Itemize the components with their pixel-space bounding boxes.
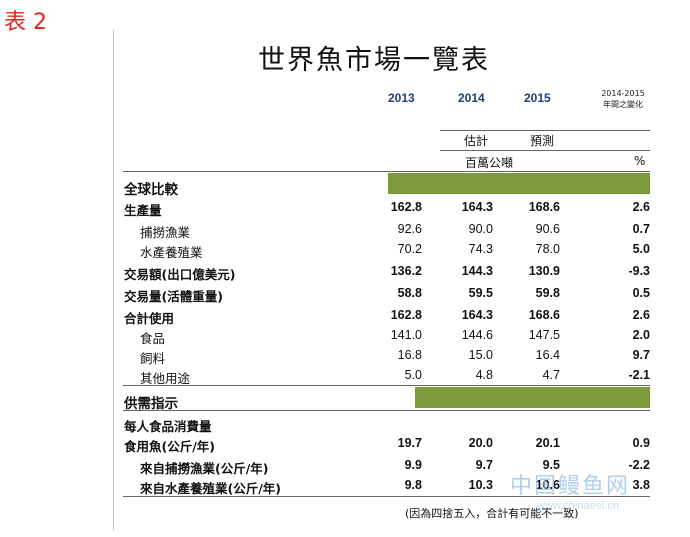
global-row-label: 水產養殖業 — [140, 245, 203, 260]
supply-cell: 9.9 — [404, 458, 422, 472]
header-rule-top — [440, 130, 650, 131]
global-cell: 168.6 — [528, 308, 560, 322]
global-cell: 168.6 — [528, 200, 560, 214]
supply-cell: 9.7 — [475, 458, 493, 472]
global-cell: 164.3 — [461, 308, 493, 322]
supply-cell: 19.7 — [397, 436, 422, 450]
global-cell: 2.6 — [632, 308, 650, 322]
global-cell: 78.0 — [535, 242, 560, 256]
global-row-label: 生產量 — [124, 203, 162, 218]
global-cell: 2.6 — [632, 200, 650, 214]
supply-row-label: 食用魚(公斤/年) — [124, 439, 215, 454]
supply-cell: 20.0 — [468, 436, 493, 450]
change-header-line1: 2014-2015 — [601, 89, 645, 98]
section2-top-rule — [123, 410, 650, 411]
global-cell: 141.0 — [390, 328, 422, 342]
section-band-global — [388, 173, 650, 194]
global-cell: 58.8 — [397, 286, 422, 300]
supply-row-label: 來自水產養殖業(公斤/年) — [140, 481, 281, 496]
year-2015-header: 2015 — [524, 91, 551, 105]
header-rule-mid — [440, 150, 650, 151]
left-divider — [113, 30, 114, 530]
forecast-label: 預測 — [530, 134, 555, 148]
global-cell: 130.9 — [528, 264, 560, 278]
unit-label: 百萬公噸 — [465, 156, 514, 170]
page-title: 世界魚市場一覽表 — [258, 45, 490, 76]
global-cell: 90.0 — [468, 222, 493, 236]
global-cell: 147.5 — [528, 328, 560, 342]
global-cell: 162.8 — [390, 200, 422, 214]
global-row-label: 食品 — [140, 331, 166, 346]
section1-bottom-rule — [123, 385, 650, 386]
global-cell: 15.0 — [468, 348, 493, 362]
global-cell: 16.4 — [535, 348, 560, 362]
global-cell: 9.7 — [632, 348, 650, 362]
supply-row-label: 每人食品消費量 — [124, 419, 212, 434]
global-cell: 59.8 — [535, 286, 560, 300]
global-cell: 4.8 — [475, 368, 493, 382]
supply-cell: 20.1 — [535, 436, 560, 450]
section-band-supply — [415, 387, 650, 408]
supply-cell: 10.3 — [468, 478, 493, 492]
global-row-label: 飼料 — [140, 351, 166, 366]
global-cell: 2.0 — [632, 328, 650, 342]
section-title-global: 全球比較 — [124, 182, 178, 198]
global-cell: 144.6 — [461, 328, 493, 342]
estimate-label: 估計 — [464, 134, 489, 148]
supply-cell: 0.9 — [632, 436, 650, 450]
global-cell: 70.2 — [397, 242, 422, 256]
percent-label: % — [634, 154, 646, 168]
global-cell: 0.5 — [632, 286, 650, 300]
global-cell: 4.7 — [542, 368, 560, 382]
global-row-label: 合計使用 — [124, 311, 175, 326]
section-title-supply: 供需指示 — [124, 396, 178, 412]
global-cell: -9.3 — [628, 264, 650, 278]
supply-row-label: 來自捕撈漁業(公斤/年) — [140, 461, 269, 476]
global-cell: 5.0 — [404, 368, 422, 382]
year-2013-header: 2013 — [388, 91, 415, 105]
global-cell: 162.8 — [390, 308, 422, 322]
supply-cell: 9.8 — [404, 478, 422, 492]
global-cell: -2.1 — [628, 368, 650, 382]
global-cell: 144.3 — [461, 264, 493, 278]
footnote: (因為四捨五入，合計有可能不一致) — [405, 507, 579, 520]
global-cell: 164.3 — [461, 200, 493, 214]
global-cell: 5.0 — [632, 242, 650, 256]
global-row-label: 交易量(活體重量) — [124, 289, 223, 304]
global-cell: 0.7 — [632, 222, 650, 236]
figure-tag: 表 2 — [4, 10, 47, 35]
global-cell: 92.6 — [397, 222, 422, 236]
global-cell: 16.8 — [397, 348, 422, 362]
global-row-label: 捕撈漁業 — [140, 225, 191, 240]
year-2014-header: 2014 — [458, 91, 485, 105]
global-cell: 136.2 — [390, 264, 422, 278]
header-rule-bottom — [123, 171, 650, 172]
watermark-logo-text: 中国鳗鱼网 — [510, 474, 631, 499]
global-cell: 59.5 — [468, 286, 493, 300]
global-row-label: 交易額(出口億美元) — [124, 267, 236, 282]
global-cell: 90.6 — [535, 222, 560, 236]
change-header-line2: 年間之變化 — [603, 100, 643, 109]
global-cell: 74.3 — [468, 242, 493, 256]
